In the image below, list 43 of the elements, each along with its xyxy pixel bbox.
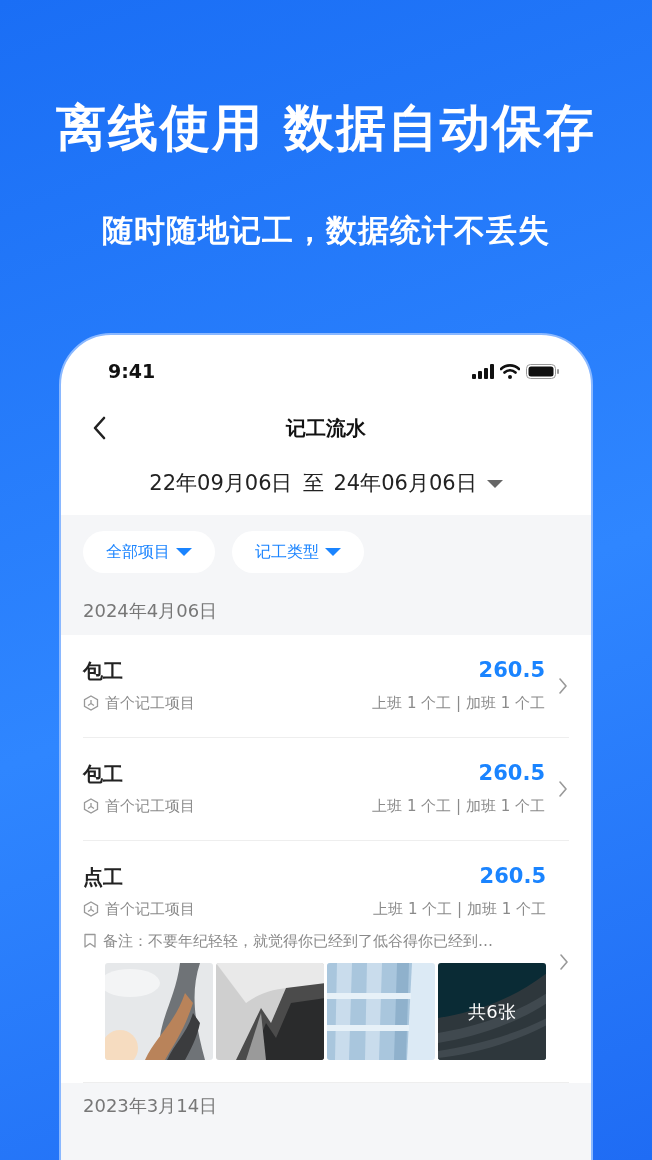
record-amount: 260.5: [478, 657, 545, 685]
signal-icon: [472, 363, 494, 379]
chevron-icon: [559, 678, 567, 694]
project-name: 首个记工项目: [105, 898, 195, 920]
battery-icon: [526, 363, 559, 379]
work-summary: 上班 1 个工 | 加班 1 个工: [373, 898, 546, 920]
project-icon: [83, 798, 99, 814]
record-note: 备注：不要年纪轻轻，就觉得你已经到了低谷得你已经到…: [103, 930, 493, 952]
project-icon: [83, 901, 99, 917]
group-date: 2023年3月14日: [83, 1095, 218, 1116]
filter-chip[interactable]: 记工类型: [232, 531, 364, 573]
record-amount: 260.5: [479, 863, 546, 891]
range-separator: 至: [302, 470, 324, 498]
status-time: 9:41: [108, 358, 156, 384]
record-type: 包工: [83, 658, 123, 685]
wifi-icon: [500, 363, 520, 379]
project-name: 首个记工项目: [105, 692, 195, 714]
start-date: 22年09月06日: [149, 470, 293, 498]
note-icon: [83, 933, 97, 949]
dropdown-icon: [325, 548, 341, 556]
subheadline: 随时随地记工，数据统计不丢失: [102, 212, 550, 248]
dropdown-icon: [176, 548, 192, 556]
record-row[interactable]: 包工 260.5 首个记工项目 上班 1 个工 | 加班 1 个工: [83, 635, 569, 738]
dropdown-icon: [486, 480, 503, 488]
project-name: 首个记工项目: [105, 795, 195, 817]
end-date: 24年06月06日: [333, 470, 477, 498]
project-icon: [83, 695, 99, 711]
record-row[interactable]: 点工 260.5 首个记工项目 上班 1 个工 | 加班 1 个工 备注：不要年纪轻轻，就觉得你已经到了低谷得你已经到… 共6张: [83, 841, 569, 1083]
back-icon: [93, 416, 107, 440]
page-title: 记工流水: [286, 415, 366, 442]
record-type: 点工: [83, 864, 123, 891]
chevron-icon: [560, 953, 568, 970]
record-amount: 260.5: [478, 760, 545, 788]
work-summary: 上班 1 个工 | 加班 1 个工: [372, 692, 545, 714]
photo-count: 共6张: [468, 1000, 516, 1023]
record-type: 包工: [83, 761, 123, 788]
group-date: 2024年4月06日: [83, 600, 218, 621]
record-row[interactable]: 包工 260.5 首个记工项目 上班 1 个工 | 加班 1 个工: [83, 738, 569, 841]
date-range-selector[interactable]: 22年09月06日 至 24年06月06日: [61, 453, 591, 515]
work-summary: 上班 1 个工 | 加班 1 个工: [372, 795, 545, 817]
chevron-icon: [559, 781, 567, 797]
filter-chip[interactable]: 全部项目: [83, 531, 215, 573]
headline: 离线使用 数据自动保存: [56, 98, 596, 159]
